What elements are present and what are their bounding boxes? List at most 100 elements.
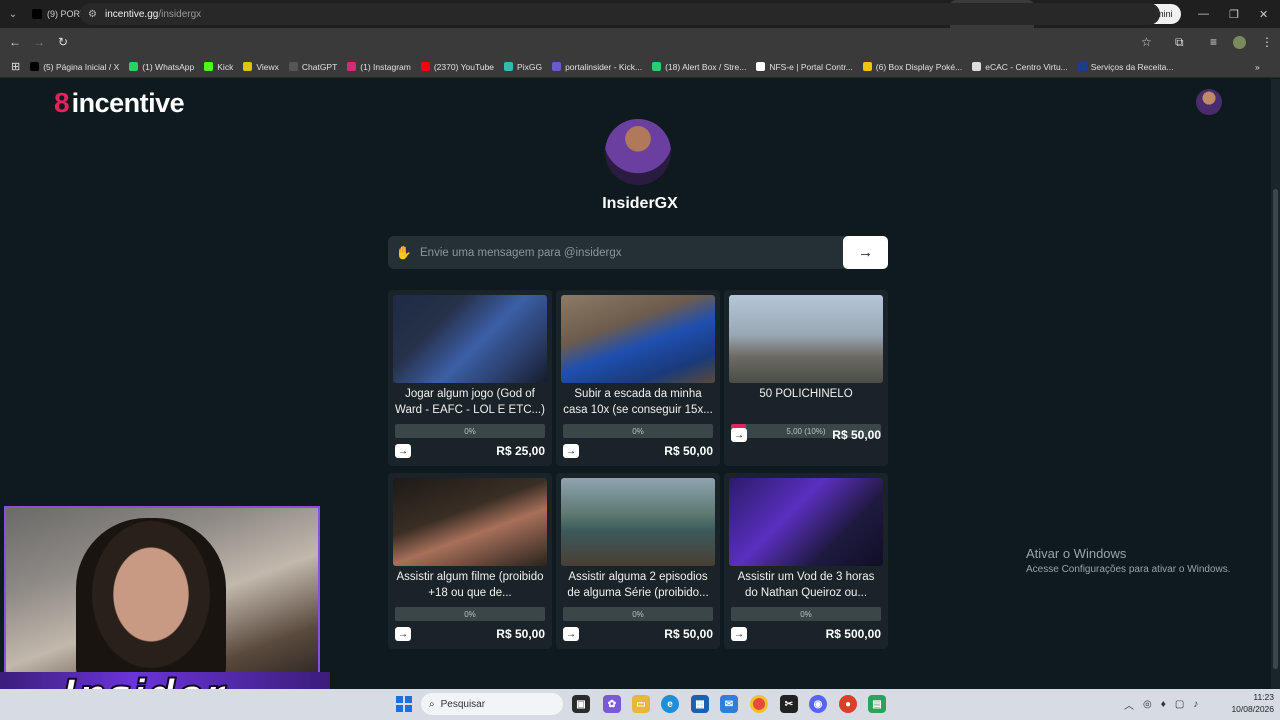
spreadsheet-icon[interactable]: ▤ bbox=[868, 695, 886, 713]
bookmark-item[interactable]: (1) Instagram bbox=[342, 62, 416, 72]
incentive-card[interactable]: Assistir algum filme (proibido +18 ou qu… bbox=[388, 473, 552, 649]
microphone-icon[interactable]: ♦ bbox=[1161, 699, 1166, 710]
mail-icon[interactable]: ✉ bbox=[720, 695, 738, 713]
logo-mark: 8 bbox=[54, 87, 70, 118]
clock-time: 11:23 bbox=[1253, 692, 1274, 702]
incentive-card[interactable]: Jogar algum jogo (God of Ward - EAFC - L… bbox=[388, 290, 552, 466]
contribute-arrow-button[interactable]: → bbox=[395, 627, 411, 641]
capcut-icon[interactable]: ✂ bbox=[780, 695, 798, 713]
incentive-title: 50 POLICHINELO bbox=[759, 388, 853, 400]
bookmark-item[interactable]: (2370) YouTube bbox=[416, 62, 499, 72]
progress-bar: 0% bbox=[731, 607, 881, 621]
restore-button[interactable]: ❐ bbox=[1229, 0, 1239, 28]
bookmark-item[interactable]: (1) WhatsApp bbox=[124, 62, 199, 72]
streamer-image bbox=[76, 518, 226, 684]
tray-chevron-icon[interactable]: ︿ bbox=[1124, 697, 1134, 712]
windows-start-icon[interactable] bbox=[396, 696, 412, 712]
alertbox-icon bbox=[652, 62, 662, 71]
contribute-arrow-button[interactable]: → bbox=[731, 428, 747, 442]
site-info-icon[interactable]: ⚙ bbox=[88, 9, 97, 20]
chrome-menu-icon[interactable]: ⋮ bbox=[1261, 28, 1273, 56]
incentive-price: R$ 500,00 bbox=[825, 627, 881, 641]
incentive-logo[interactable]: 8 incentive bbox=[54, 87, 185, 119]
app-icon[interactable]: ● bbox=[839, 695, 857, 713]
progress-label: 0% bbox=[464, 609, 476, 619]
bookmark-item[interactable]: (18) Alert Box / Stre... bbox=[647, 62, 751, 72]
bookmark-label: (18) Alert Box / Stre... bbox=[665, 61, 747, 72]
webcam-overlay bbox=[4, 506, 320, 686]
taskbar-clock[interactable]: 11:23 10/08/2026 bbox=[1222, 691, 1274, 715]
network-icon[interactable]: ◎ bbox=[1143, 699, 1152, 710]
incentive-price: R$ 50,00 bbox=[496, 627, 545, 641]
user-avatar[interactable] bbox=[1196, 89, 1222, 115]
incentive-card[interactable]: Assistir um Vod de 3 horas do Nathan Que… bbox=[724, 473, 888, 649]
bookmark-star-icon[interactable]: ☆ bbox=[1141, 28, 1152, 56]
youtube-icon bbox=[420, 62, 430, 71]
file-explorer-icon[interactable]: ▭ bbox=[632, 695, 650, 713]
reload-button[interactable]: ↻ bbox=[51, 28, 75, 56]
extensions-icon[interactable]: ⧉ bbox=[1175, 28, 1184, 56]
store-icon[interactable]: ▦ bbox=[691, 695, 709, 713]
close-window-button[interactable]: ✕ bbox=[1259, 0, 1268, 28]
discord-icon[interactable]: ◉ bbox=[809, 695, 827, 713]
card-footer: → R$ 50,00 bbox=[563, 444, 713, 458]
contribute-arrow-button[interactable]: → bbox=[731, 627, 747, 641]
scrollbar-thumb[interactable] bbox=[1273, 189, 1278, 669]
bookmark-label: (6) Box Display Poké... bbox=[875, 61, 963, 72]
address-bar[interactable]: ⚙ incentive.gg/insidergx bbox=[80, 3, 1160, 25]
progress-label: 0% bbox=[800, 609, 812, 619]
display-icon[interactable]: ▢ bbox=[1175, 699, 1184, 710]
profile-icon[interactable] bbox=[1233, 28, 1246, 56]
incentive-thumbnail[interactable] bbox=[729, 478, 883, 566]
bookmark-item[interactable]: Kick bbox=[199, 62, 238, 72]
message-input[interactable] bbox=[420, 246, 843, 259]
page-scrollbar[interactable] bbox=[1271, 79, 1280, 689]
incentive-thumbnail[interactable] bbox=[561, 478, 715, 566]
bookmark-label: portalinsider - Kick... bbox=[565, 61, 643, 72]
incentive-thumbnail[interactable] bbox=[729, 295, 883, 383]
edge-icon[interactable]: e bbox=[661, 695, 679, 713]
forward-button[interactable]: → bbox=[27, 28, 51, 56]
tab-search-icon[interactable]: ⌄ bbox=[0, 0, 26, 28]
media-control-icon[interactable]: ≡ bbox=[1210, 28, 1217, 56]
bookmark-item[interactable]: ChatGPT bbox=[284, 62, 342, 72]
instagram-icon bbox=[347, 62, 357, 71]
card-footer: → R$ 500,00 bbox=[731, 627, 881, 641]
bookmark-item[interactable]: (5) Página Inicial / X bbox=[25, 62, 124, 72]
url-host: incentive.gg bbox=[104, 8, 159, 20]
taskbar-search[interactable]: ⌕ Pesquisar bbox=[421, 693, 563, 715]
activation-title: Ativar o Windows bbox=[1026, 546, 1127, 561]
back-button[interactable]: ← bbox=[3, 28, 27, 56]
minimize-button[interactable]: — bbox=[1198, 0, 1209, 28]
copilot-icon[interactable]: ✿ bbox=[603, 695, 621, 713]
task-view-icon[interactable]: ▣ bbox=[572, 695, 590, 713]
incentive-title: Assistir um Vod de 3 horas do Nathan Que… bbox=[737, 571, 875, 599]
bookmark-item[interactable]: portalinsider - Kick... bbox=[547, 62, 647, 72]
incentive-card[interactable]: Assistir alguma 2 episodios de alguma Sé… bbox=[556, 473, 720, 649]
bookmark-item[interactable]: NFS-e | Portal Contr... bbox=[751, 62, 857, 72]
send-message-button[interactable]: → bbox=[843, 236, 888, 269]
incentive-thumbnail[interactable] bbox=[561, 295, 715, 383]
volume-icon[interactable]: ♪ bbox=[1193, 699, 1198, 710]
more-bookmarks-icon[interactable]: » bbox=[1250, 62, 1265, 72]
incentive-card[interactable]: 50 POLICHINELO 5,00 (10%) → R$ 50,00 bbox=[724, 290, 888, 466]
apps-grid-icon[interactable]: ⊞ bbox=[6, 60, 25, 73]
bookmark-item[interactable]: PixGG bbox=[499, 62, 547, 72]
contribute-arrow-button[interactable]: → bbox=[563, 627, 579, 641]
contribute-arrow-button[interactable]: → bbox=[563, 444, 579, 458]
bookmark-label: Viewx bbox=[256, 61, 279, 72]
taskbar-search-placeholder: Pesquisar bbox=[440, 698, 486, 710]
receita-icon bbox=[1077, 62, 1087, 71]
incentive-card[interactable]: Subir a escada da minha casa 10x (se con… bbox=[556, 290, 720, 466]
chrome-taskbar-icon[interactable] bbox=[750, 695, 768, 713]
bookmark-item[interactable]: eCAC - Centro Virtu... bbox=[967, 62, 1073, 72]
bookmark-item[interactable]: Serviços da Receita... bbox=[1073, 62, 1179, 72]
contribute-arrow-button[interactable]: → bbox=[395, 444, 411, 458]
bookmark-item[interactable]: (6) Box Display Poké... bbox=[858, 62, 967, 72]
incentive-title: Assistir alguma 2 episodios de alguma Sé… bbox=[567, 571, 709, 599]
clock-date: 10/08/2026 bbox=[1231, 704, 1274, 714]
incentive-thumbnail[interactable] bbox=[393, 478, 547, 566]
bookmark-item[interactable]: Viewx bbox=[238, 62, 284, 72]
x-icon bbox=[30, 62, 40, 71]
incentive-thumbnail[interactable] bbox=[393, 295, 547, 383]
